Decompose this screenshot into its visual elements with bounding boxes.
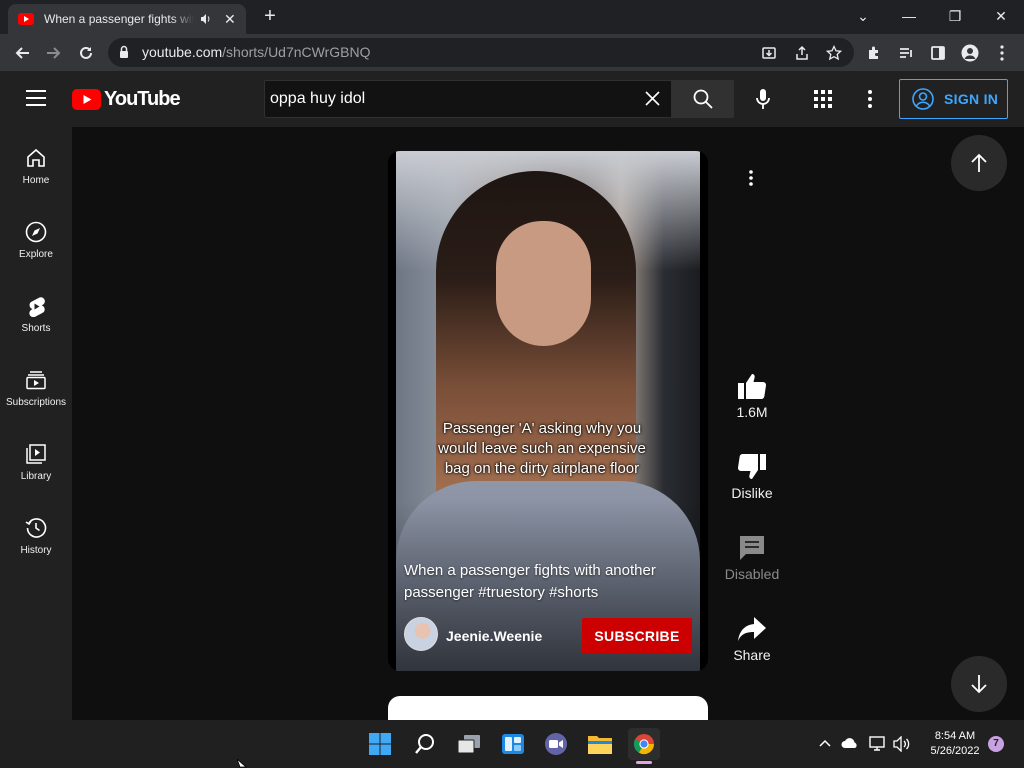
subscribe-button[interactable]: SUBSCRIBE — [582, 618, 692, 654]
search-button[interactable] — [672, 80, 734, 118]
sidebar-item-home[interactable]: Home — [0, 127, 72, 201]
clear-search-icon[interactable] — [645, 91, 660, 106]
restore-icon[interactable]: ❐ — [943, 4, 967, 28]
settings-more-icon[interactable] — [868, 90, 872, 108]
youtube-play-logo-icon — [72, 89, 101, 110]
url-path: /shorts/Ud7nCWrGBNQ — [222, 44, 371, 60]
sign-in-label: SIGN IN — [944, 91, 999, 107]
close-tab-icon[interactable]: ✕ — [224, 11, 236, 28]
thumbs-down-icon — [737, 454, 766, 479]
onedrive-cloud-icon[interactable] — [841, 737, 859, 749]
sidebar-item-explore[interactable]: Explore — [0, 201, 72, 275]
like-button[interactable]: 1.6M — [722, 372, 782, 420]
lock-icon[interactable] — [119, 45, 129, 59]
apps-grid-icon[interactable] — [814, 90, 832, 108]
file-explorer-icon[interactable] — [584, 728, 616, 760]
account-icon — [912, 88, 934, 110]
back-icon[interactable] — [10, 41, 34, 65]
chevron-down-icon[interactable]: ⌄ — [851, 4, 875, 28]
minimize-icon[interactable]: — — [897, 4, 921, 28]
arrow-down-icon — [971, 675, 987, 694]
compass-icon — [25, 221, 47, 243]
speaker-icon[interactable] — [200, 13, 212, 25]
sidebar-item-history[interactable]: History — [0, 497, 72, 571]
media-queue-icon[interactable] — [894, 41, 918, 65]
active-app-indicator — [636, 761, 652, 764]
tab-title: When a passenger fights with another pas… — [44, 12, 194, 26]
sidebar-item-label: Subscriptions — [5, 397, 67, 408]
url-text[interactable]: youtube.com/shorts/Ud7nCWrGBNQ — [142, 44, 371, 60]
reload-icon[interactable] — [74, 41, 98, 65]
sidebar-item-library[interactable]: Library — [0, 423, 72, 497]
voice-search-icon[interactable] — [756, 88, 770, 110]
home-icon — [27, 148, 45, 167]
share-label: Share — [733, 647, 771, 663]
side-panel-icon[interactable] — [926, 41, 950, 65]
profile-icon[interactable] — [958, 41, 982, 65]
widgets-icon[interactable] — [497, 728, 529, 760]
chrome-taskbar-icon[interactable] — [628, 728, 660, 760]
mouse-cursor-icon — [237, 759, 247, 768]
sidebar-item-label: Home — [22, 175, 50, 186]
previous-short-button[interactable] — [951, 135, 1007, 191]
history-icon — [25, 518, 47, 538]
channel-name[interactable]: Jeenie.Weenie — [446, 628, 542, 644]
notification-badge[interactable]: 7 — [988, 736, 1004, 752]
system-clock[interactable]: 8:54 AM 5/26/2022 — [920, 729, 990, 759]
teams-chat-icon[interactable] — [540, 728, 572, 760]
channel-avatar[interactable] — [404, 617, 438, 651]
clock-date: 5/26/2022 — [930, 745, 980, 757]
share-arrow-icon — [738, 617, 766, 641]
volume-icon[interactable] — [893, 736, 911, 752]
sidebar-item-label: Explore — [19, 249, 53, 260]
share-page-icon[interactable] — [790, 41, 814, 65]
url-host: youtube.com — [142, 44, 223, 60]
next-short-button[interactable] — [951, 656, 1007, 712]
forward-icon[interactable] — [42, 41, 66, 65]
short-more-options-icon[interactable] — [749, 170, 753, 186]
clock-time: 8:54 AM — [934, 730, 976, 742]
hamburger-menu-icon[interactable] — [26, 90, 46, 106]
extensions-icon[interactable] — [862, 41, 886, 65]
like-count: 1.6M — [736, 404, 768, 420]
comments-button: Disabled — [722, 534, 782, 582]
windows-start-icon[interactable] — [364, 728, 396, 760]
hidden-icons-chevron-icon[interactable] — [819, 738, 831, 748]
short-title[interactable]: When a passenger fights with another pas… — [404, 560, 694, 604]
browser-tab[interactable]: When a passenger fights with another pas… — [8, 4, 246, 34]
sign-in-button[interactable]: SIGN IN — [899, 79, 1008, 119]
install-app-icon[interactable] — [757, 41, 781, 65]
sidebar-item-label: History — [20, 545, 52, 556]
new-tab-icon[interactable]: + — [260, 6, 280, 26]
shorts-player[interactable]: Passenger 'A' asking why you would leave… — [388, 151, 708, 671]
browser-menu-icon[interactable] — [990, 41, 1014, 65]
network-icon[interactable] — [869, 736, 887, 752]
task-view-icon[interactable] — [453, 728, 485, 760]
sidebar-item-label: Library — [20, 471, 52, 482]
search-icon — [693, 89, 713, 109]
youtube-logo-text: YouTube — [104, 88, 181, 110]
sidebar-item-label: Shorts — [21, 323, 51, 334]
share-button[interactable]: Share — [722, 615, 782, 663]
shorts-icon — [29, 297, 45, 317]
video-caption-text: Passenger 'A' asking why you would leave… — [438, 420, 646, 477]
comment-icon — [740, 536, 764, 560]
dislike-button[interactable]: Dislike — [722, 453, 782, 501]
sidebar-item-shorts[interactable]: Shorts — [0, 275, 72, 349]
sidebar-item-subscriptions[interactable]: Subscriptions — [0, 349, 72, 423]
dislike-label: Dislike — [731, 485, 773, 501]
comments-disabled-label: Disabled — [724, 566, 780, 582]
youtube-logo[interactable]: YouTube — [72, 88, 181, 111]
bookmark-star-icon[interactable] — [822, 41, 846, 65]
library-icon — [26, 444, 46, 464]
close-window-icon[interactable]: ✕ — [989, 4, 1013, 28]
youtube-favicon-icon — [18, 13, 34, 25]
subscriptions-icon — [26, 371, 46, 390]
thumbs-up-icon — [738, 374, 767, 399]
search-input[interactable]: oppa huy idol — [270, 90, 365, 108]
taskbar-search-icon[interactable] — [409, 728, 441, 760]
arrow-up-icon — [971, 153, 987, 172]
